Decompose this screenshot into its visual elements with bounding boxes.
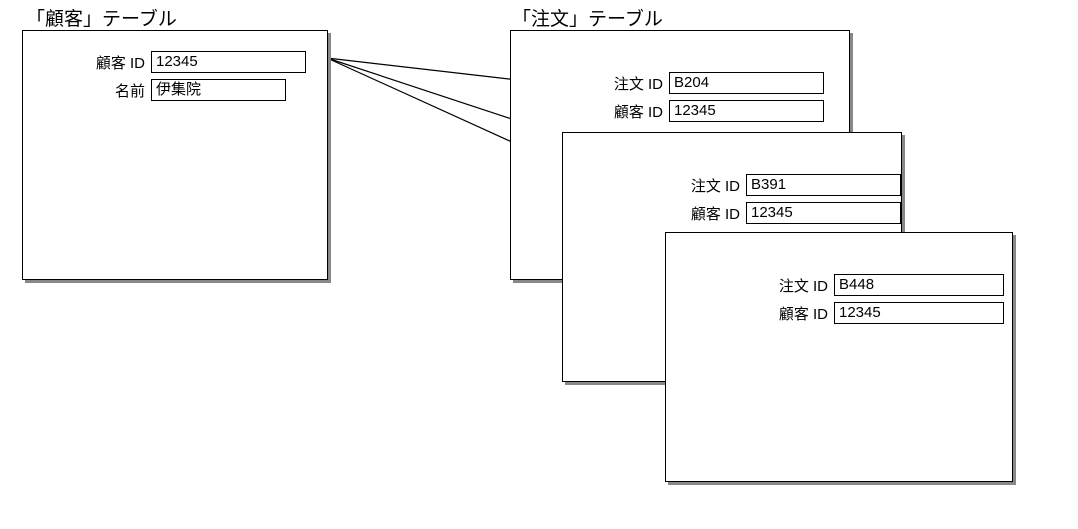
order-2-customerid-value: 12345	[746, 202, 901, 224]
order-1-orderid-value: B204	[669, 72, 824, 94]
order-1-orderid-label: 注文 ID	[601, 73, 669, 94]
order-2-orderid-row: 注文 ID B391	[678, 174, 901, 196]
customer-card: 顧客 ID 12345 名前 伊集院	[22, 30, 328, 280]
order-2-customerid-label: 顧客 ID	[678, 203, 746, 224]
customer-id-value: 12345	[151, 51, 306, 73]
order-3-orderid-row: 注文 ID B448	[766, 274, 1004, 296]
order-2-customerid-row: 顧客 ID 12345	[678, 202, 901, 224]
order-3-orderid-label: 注文 ID	[766, 275, 834, 296]
customer-name-value: 伊集院	[151, 79, 286, 101]
order-card-3: 注文 ID B448 顧客 ID 12345	[665, 232, 1013, 482]
order-3-customerid-label: 顧客 ID	[766, 303, 834, 324]
customer-id-label: 顧客 ID	[83, 52, 151, 73]
order-1-customerid-value: 12345	[669, 100, 824, 122]
order-3-customerid-value: 12345	[834, 302, 1004, 324]
order-1-customerid-label: 顧客 ID	[601, 101, 669, 122]
order-3-orderid-value: B448	[834, 274, 1004, 296]
order-2-orderid-label: 注文 ID	[678, 175, 746, 196]
order-1-orderid-row: 注文 ID B204	[601, 72, 824, 94]
order-2-orderid-value: B391	[746, 174, 901, 196]
customer-table-title: 「顧客」テーブル	[24, 4, 179, 31]
customer-id-row: 顧客 ID 12345	[83, 51, 306, 73]
order-3-customerid-row: 顧客 ID 12345	[766, 302, 1004, 324]
order-1-customerid-row: 顧客 ID 12345	[601, 100, 824, 122]
diagram-canvas: 「顧客」テーブル 顧客 ID 12345 名前 伊集院 「注文」テーブル 注文 …	[0, 0, 1078, 529]
orders-table-title: 「注文」テーブル	[510, 4, 665, 31]
customer-name-label: 名前	[83, 80, 151, 101]
customer-name-row: 名前 伊集院	[83, 79, 306, 101]
